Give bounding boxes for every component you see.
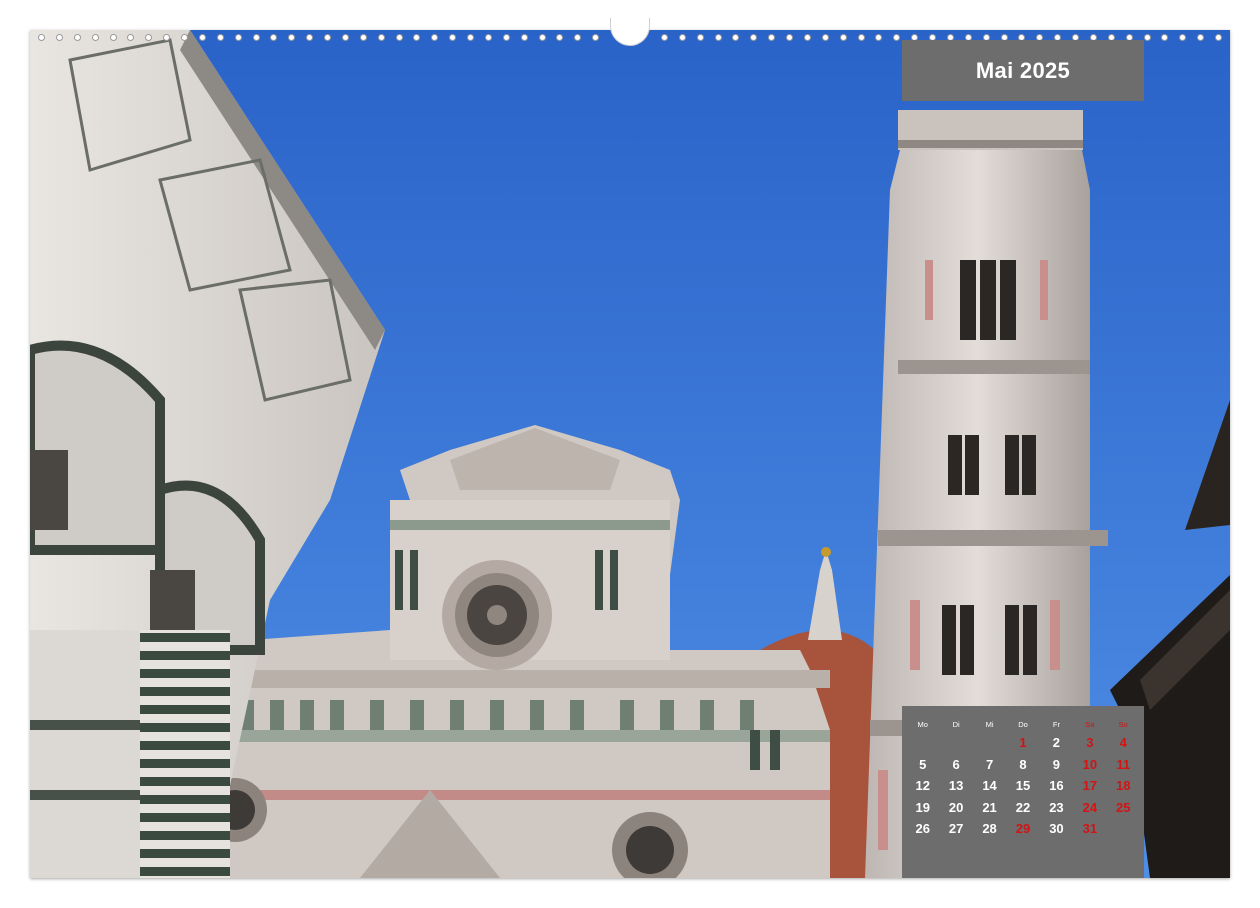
calendar-day: 12 [915, 778, 930, 793]
calendar-day: 13 [948, 778, 964, 793]
weekday-header: Mi [985, 720, 994, 729]
calendar-day: 28 [982, 821, 997, 836]
calendar-day: 7 [985, 756, 994, 772]
calendar-day: 18 [1116, 778, 1131, 793]
weekday-header: Fr [1052, 720, 1060, 729]
calendar-day: 31 [1082, 821, 1098, 836]
calendar-day: 4 [1119, 735, 1127, 750]
weekday-header: So [1118, 720, 1128, 729]
calendar-day: 27 [948, 821, 964, 836]
calendar-grid-box: Mo Di Mi Do Fr Sa So 1 2 3 4 5 6 7 8 9 10 11 12 13 14 15 16 17 1… [902, 706, 1144, 878]
weekday-header: Do [1018, 720, 1028, 729]
calendar-day: 9 [1052, 756, 1061, 772]
calendar-day: 24 [1082, 799, 1098, 815]
month-title: Mai 2025 [975, 57, 1071, 83]
calendar-day: 17 [1082, 778, 1098, 793]
calendar-day: 22 [1015, 799, 1031, 815]
calendar-day: 16 [1049, 778, 1064, 793]
calendar-day: 15 [1015, 778, 1031, 793]
calendar-day: 11 [1116, 756, 1131, 772]
weekday-header: Mo [917, 720, 928, 729]
calendar-day: 20 [948, 799, 964, 815]
calendar-day: 10 [1082, 756, 1098, 772]
calendar-day: 26 [915, 821, 930, 836]
month-title-box: Mai 2025 [902, 40, 1144, 101]
weekday-header: Di [952, 720, 960, 729]
calendar-day: 30 [1049, 821, 1064, 836]
calendar-day: 29 [1015, 821, 1031, 836]
calendar-day: 23 [1049, 799, 1064, 815]
calendar-day: 14 [982, 778, 997, 793]
calendar-day: 21 [982, 799, 997, 815]
calendar-day: 8 [1019, 756, 1027, 772]
calendar-day: 5 [919, 756, 927, 772]
calendar-day: 3 [1086, 735, 1094, 750]
calendar-day: 2 [1052, 735, 1061, 750]
calendar-day: 6 [952, 756, 960, 772]
calendar-grid: Mo Di Mi Do Fr Sa So 1 2 3 4 5 6 7 8 9 10 11 12 13 14 15 16 17 1… [906, 718, 1140, 840]
calendar-day: 1 [1019, 735, 1027, 750]
weekday-header: Sa [1085, 720, 1095, 729]
calendar-day: 19 [915, 799, 930, 815]
calendar-day: 25 [1116, 799, 1131, 815]
